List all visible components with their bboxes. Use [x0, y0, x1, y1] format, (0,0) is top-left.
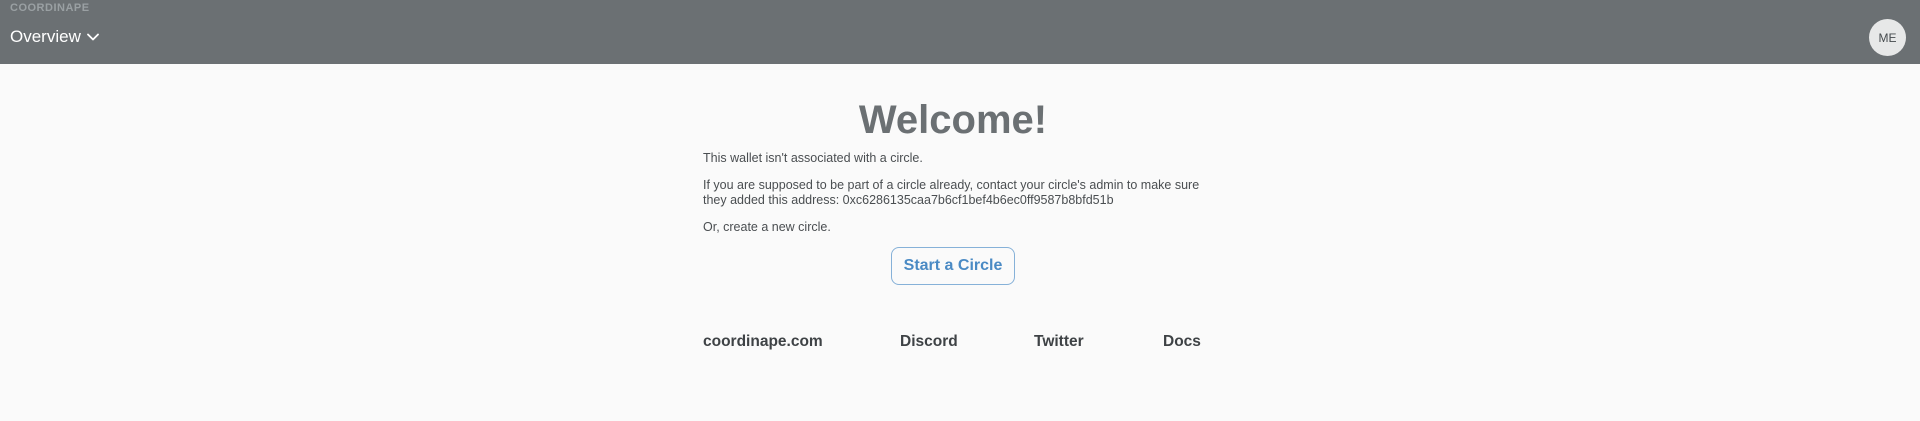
button-wrapper: Start a Circle: [703, 247, 1203, 285]
create-circle-message: Or, create a new circle.: [703, 220, 831, 234]
top-bar: COORDINAPE Overview ME: [0, 0, 1920, 64]
chevron-down-icon: [86, 33, 99, 41]
start-circle-button[interactable]: Start a Circle: [890, 247, 1016, 285]
overview-menu[interactable]: Overview: [10, 27, 99, 47]
contact-admin-message: If you are supposed to be part of a circ…: [703, 178, 1200, 207]
brand-logo-text: COORDINAPE: [10, 2, 90, 14]
avatar[interactable]: ME: [1869, 19, 1906, 56]
no-circle-message: This wallet isn't associated with a circ…: [703, 151, 923, 165]
page-title: Welcome!: [858, 98, 1048, 142]
welcome-panel: Welcome! This wallet isn't associated wi…: [703, 64, 1203, 285]
twitter-link[interactable]: Twitter: [1034, 333, 1084, 351]
discord-link[interactable]: Discord: [900, 333, 958, 351]
coordinape-link[interactable]: coordinape.com: [703, 333, 823, 351]
docs-link[interactable]: Docs: [1163, 333, 1201, 351]
overview-menu-label: Overview: [10, 27, 81, 46]
